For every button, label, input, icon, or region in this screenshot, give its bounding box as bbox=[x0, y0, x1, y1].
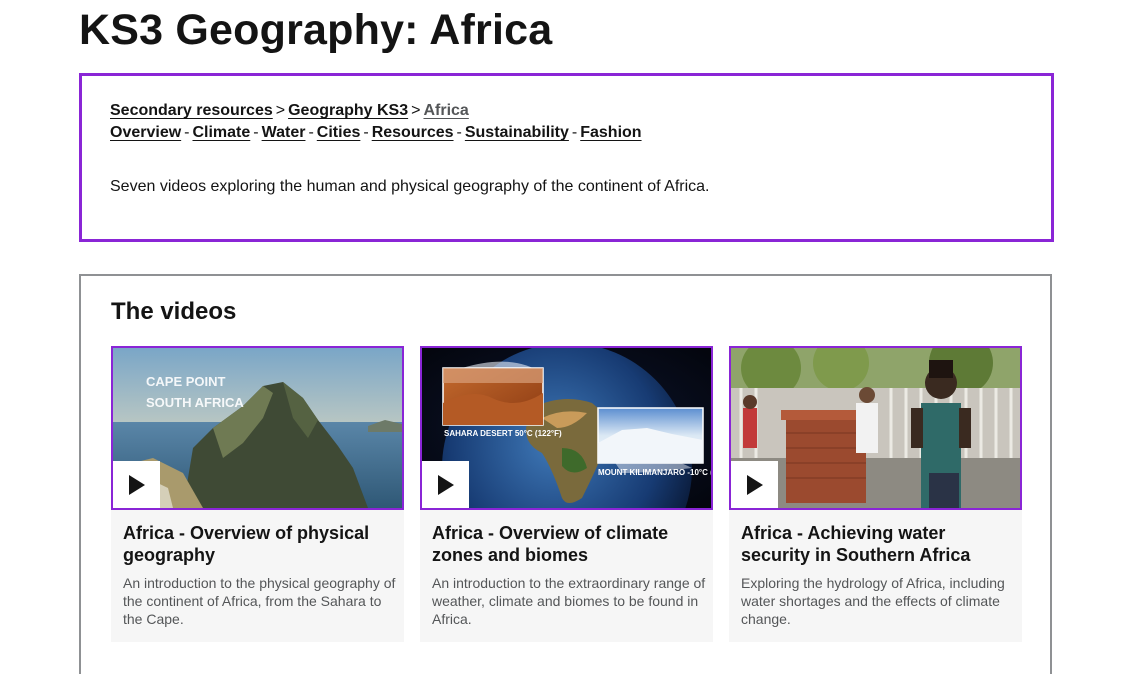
video-card-physical-geography[interactable]: CAPE POINT SOUTH AFRICA Africa - Overvie… bbox=[111, 346, 404, 642]
play-icon bbox=[437, 474, 454, 495]
subnav-separator: - bbox=[571, 124, 578, 141]
breadcrumb-separator: > bbox=[275, 102, 286, 119]
video-thumbnail[interactable] bbox=[729, 346, 1022, 510]
subnav-separator: - bbox=[253, 124, 259, 141]
play-icon bbox=[128, 474, 145, 495]
subnav-separator: - bbox=[184, 124, 190, 141]
thumb-caption: CAPE POINT bbox=[146, 374, 226, 389]
video-title[interactable]: Africa - Overview of climate zones and b… bbox=[432, 522, 702, 566]
intro-description: Seven videos exploring the human and phy… bbox=[110, 178, 710, 195]
subnav-overview[interactable]: Overview bbox=[110, 124, 181, 141]
subnav-cities[interactable]: Cities bbox=[317, 124, 361, 141]
subnav-separator: - bbox=[308, 124, 314, 141]
play-icon bbox=[746, 474, 763, 495]
subnav: Overview - Climate - Water - Cities - Resources -… bbox=[110, 122, 642, 144]
intro-panel: Secondary resources > Geography KS3 > Africa… bbox=[79, 73, 1054, 242]
video-description: An introduction to the extraordinary ran… bbox=[432, 575, 706, 627]
video-title[interactable]: Africa - Achieving water security in Sou… bbox=[741, 522, 1011, 566]
play-button[interactable] bbox=[422, 461, 469, 508]
subnav-water[interactable]: Water bbox=[262, 124, 306, 141]
video-thumbnail[interactable]: SAHARA DESERT 50°C (122°F) MOUNT KILIMAN… bbox=[420, 346, 713, 510]
thumb-caption: SAHARA DESERT 50°C (122°F) bbox=[444, 429, 562, 438]
breadcrumb-separator: > bbox=[411, 102, 421, 119]
video-card-water-security[interactable]: Africa - Achieving water security in Sou… bbox=[729, 346, 1022, 642]
thumb-caption: SOUTH AFRICA bbox=[146, 395, 244, 410]
thumb-caption: MOUNT KILIMANJARO -10°C (14°F) bbox=[598, 468, 711, 477]
videos-heading: The videos bbox=[111, 298, 237, 325]
subnav-resources[interactable]: Resources bbox=[372, 124, 454, 141]
play-button[interactable] bbox=[113, 461, 160, 508]
subnav-climate[interactable]: Climate bbox=[192, 124, 250, 141]
video-description: Exploring the hydrology of Africa, inclu… bbox=[741, 575, 1005, 627]
subnav-sustainability[interactable]: Sustainability bbox=[465, 124, 569, 141]
video-card-climate-zones[interactable]: SAHARA DESERT 50°C (122°F) MOUNT KILIMAN… bbox=[420, 346, 713, 642]
breadcrumb: Secondary resources > Geography KS3 > Africa… bbox=[110, 100, 642, 144]
breadcrumb-secondary-resources[interactable]: Secondary resources bbox=[110, 102, 273, 119]
video-thumbnail[interactable]: CAPE POINT SOUTH AFRICA bbox=[111, 346, 404, 510]
videos-section: The videos CAPE POINT SOUTH AFRICA Afric… bbox=[79, 274, 1052, 674]
breadcrumb-geography-ks3[interactable]: Geography KS3 bbox=[288, 102, 408, 119]
subnav-separator: - bbox=[456, 124, 462, 141]
play-button[interactable] bbox=[731, 461, 778, 508]
subnav-fashion[interactable]: Fashion bbox=[580, 124, 641, 141]
breadcrumb-row: Secondary resources > Geography KS3 > Africa bbox=[110, 100, 642, 122]
breadcrumb-current-africa[interactable]: Africa bbox=[423, 102, 468, 119]
video-description: An introduction to the physical geograph… bbox=[123, 575, 396, 627]
subnav-separator: - bbox=[363, 124, 369, 141]
page-title: KS3 Geography: Africa bbox=[79, 6, 553, 54]
video-title[interactable]: Africa - Overview of physical geography bbox=[123, 522, 393, 566]
